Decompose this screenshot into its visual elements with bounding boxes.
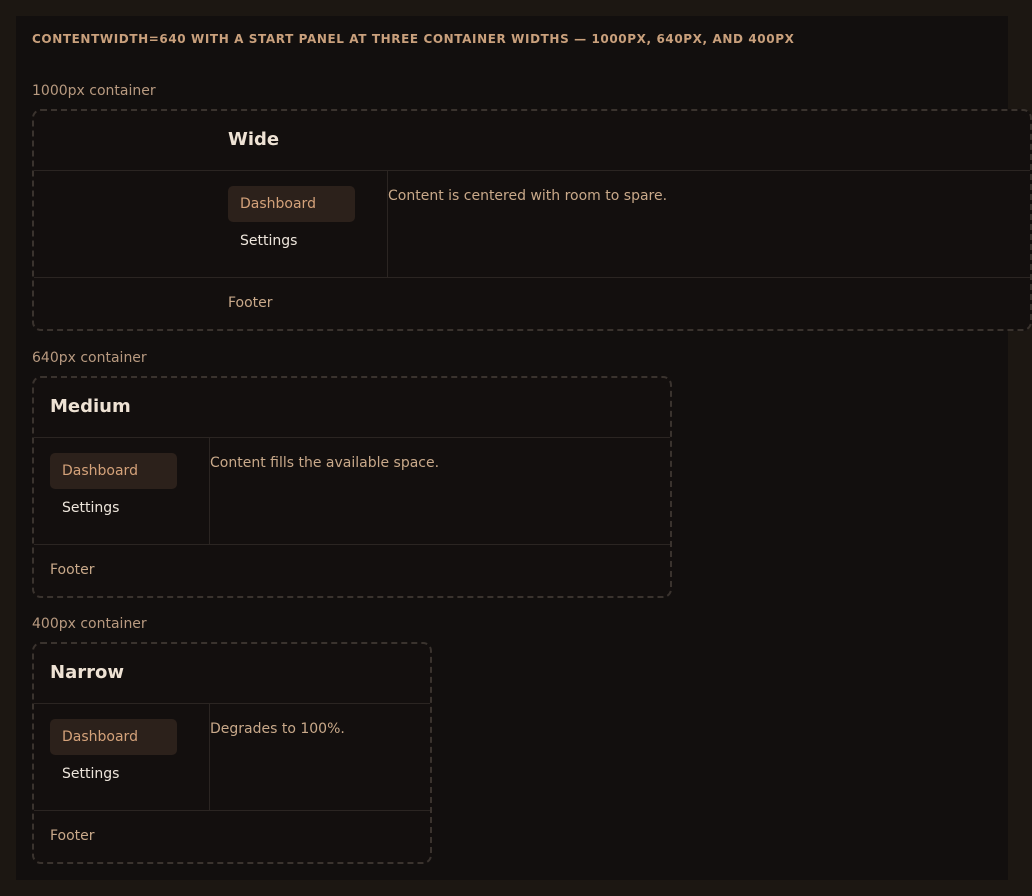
footer-text: Footer (228, 295, 273, 311)
container-narrow: Narrow Dashboard Settings Degrades to 10… (32, 642, 432, 864)
layout-header: Wide (34, 111, 1030, 171)
container-medium: Medium Dashboard Settings Content fills … (32, 376, 672, 598)
page-heading: contentWidth=640 with a start panel at t… (32, 32, 795, 46)
nav-item-settings[interactable]: Settings (50, 490, 177, 526)
demo-frame: contentWidth=640 with a start panel at t… (16, 16, 1032, 880)
section-label-wide: 1000px container (32, 83, 156, 99)
footer-text: Footer (50, 828, 95, 844)
main-content: Content is centered with room to spare. (388, 188, 668, 204)
nav-item-dashboard[interactable]: Dashboard (50, 719, 177, 755)
layout-header: Narrow (34, 644, 430, 704)
layout-header: Medium (34, 378, 670, 438)
nav-item-settings[interactable]: Settings (228, 223, 355, 259)
layout-footer: Footer (34, 811, 430, 862)
nav-item-settings[interactable]: Settings (50, 756, 177, 792)
layout-footer: Footer (34, 278, 1030, 329)
layout-body: Dashboard Settings Content is centered w… (34, 171, 1030, 278)
layout-title: Medium (50, 396, 131, 417)
layout-footer: Footer (34, 545, 670, 596)
start-panel: Dashboard Settings (50, 704, 210, 810)
layout-body: Dashboard Settings Degrades to 100%. (34, 704, 430, 811)
start-panel: Dashboard Settings (50, 438, 210, 544)
layout-body: Dashboard Settings Content fills the ava… (34, 438, 670, 545)
footer-text: Footer (50, 562, 95, 578)
nav-item-dashboard[interactable]: Dashboard (228, 186, 355, 222)
section-label-narrow: 400px container (32, 616, 147, 632)
layout-title: Wide (228, 129, 280, 150)
nav-item-dashboard[interactable]: Dashboard (50, 453, 177, 489)
section-label-medium: 640px container (32, 350, 147, 366)
main-content: Content fills the available space. (210, 455, 440, 471)
layout-title: Narrow (50, 662, 124, 683)
container-wide: Wide Dashboard Settings Content is cente… (32, 109, 1032, 331)
main-content: Degrades to 100%. (210, 721, 345, 737)
start-panel: Dashboard Settings (228, 171, 388, 277)
